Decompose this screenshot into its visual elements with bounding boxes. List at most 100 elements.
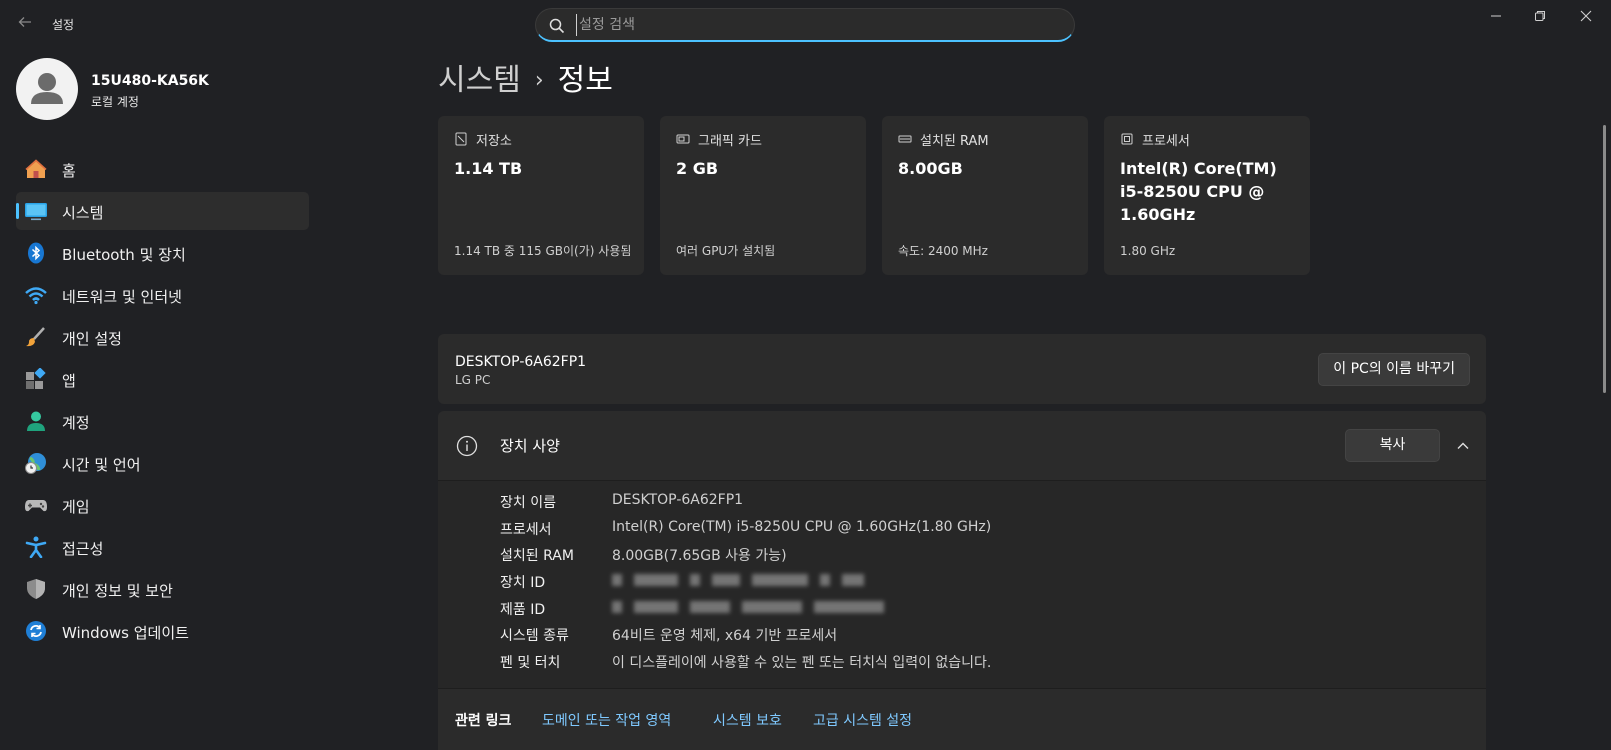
avatar	[16, 58, 78, 120]
bluetooth-icon	[28, 242, 44, 264]
close-icon	[1580, 10, 1592, 22]
spec-key: 장치 ID	[500, 575, 546, 592]
sidebar-item-label: 계정	[62, 414, 90, 432]
sidebar-item-label: 접근성	[62, 540, 104, 558]
account-type: 로컬 계정	[91, 95, 139, 109]
spec-key: 프로세서	[500, 521, 552, 538]
restore-button[interactable]	[1517, 4, 1563, 32]
sidebar-item-label: 홈	[62, 162, 76, 180]
pc-name-row: DESKTOP-6A62FP1 LG PC 이 PC의 이름 바꾸기	[438, 334, 1486, 404]
back-arrow-icon	[18, 17, 31, 27]
sidebar-nav: 홈 시스템 Bluetooth 및 장치 네트워크 및 인터넷 개인 설정 앱 …	[16, 150, 309, 654]
sidebar-item-network[interactable]: 네트워크 및 인터넷	[16, 276, 309, 314]
sidebar-item-time-language[interactable]: 시간 및 언어	[16, 444, 309, 482]
device-specs-panel: 장치 사양 복사 장치 이름 DESKTOP-6A62FP1 프로세서 Inte…	[438, 411, 1486, 750]
sidebar-item-label: 게임	[62, 498, 90, 516]
breadcrumb-parent[interactable]: 시스템	[438, 63, 521, 98]
spec-key: 설치된 RAM	[500, 548, 574, 565]
ram-card: 설치된 RAM 8.00GB 속도: 2400 MHz	[882, 116, 1088, 275]
device-specs-title: 장치 사양	[500, 437, 560, 455]
apps-icon	[26, 368, 46, 389]
storage-card: 저장소 1.14 TB 1.14 TB 중 115 GB이(가) 사용됨	[438, 116, 644, 275]
spec-key: 제품 ID	[500, 601, 546, 618]
graphics-card: 그래픽 카드 2 GB 여러 GPU가 설치됨	[660, 116, 866, 275]
gamepad-icon	[25, 500, 47, 512]
info-icon	[456, 435, 478, 457]
card-label: 그래픽 카드	[698, 134, 762, 149]
sidebar-item-apps[interactable]: 앱	[16, 360, 309, 398]
spec-key: 장치 이름	[500, 495, 556, 511]
back-button[interactable]	[14, 14, 36, 36]
processor-card: 프로세서 Intel(R) Core(TM) i5-8250U CPU @ 1.…	[1104, 116, 1310, 275]
user-name: 15U480-KA56K	[91, 73, 209, 89]
card-subtext: 여러 GPU가 설치됨	[676, 244, 776, 258]
title-bar: 설정	[0, 0, 1611, 48]
related-links-label: 관련 링크	[455, 713, 512, 729]
sidebar-item-label: 개인 설정	[62, 330, 122, 348]
wifi-icon	[25, 287, 47, 305]
spec-value: 이 디스플레이에 사용할 수 있는 펜 또는 터치식 입력이 없습니다.	[612, 655, 992, 672]
sidebar-item-privacy[interactable]: 개인 정보 및 보안	[16, 570, 309, 608]
spec-value: 64비트 운영 체제, x64 기반 프로세서	[612, 628, 838, 645]
link-system-protection[interactable]: 시스템 보호	[713, 710, 782, 730]
sidebar-item-label: Bluetooth 및 장치	[62, 246, 186, 264]
chevron-up-icon[interactable]	[1450, 433, 1476, 459]
accessibility-icon	[25, 536, 47, 558]
shield-icon	[27, 579, 45, 599]
gpu-icon	[676, 134, 690, 144]
spec-value: 8.00GB(7.65GB 사용 가능)	[612, 548, 787, 565]
sidebar-item-label: 앱	[62, 372, 76, 390]
person-icon	[31, 73, 63, 104]
card-value: 8.00GB	[898, 159, 963, 178]
storage-icon	[455, 132, 467, 146]
person-icon	[27, 411, 45, 431]
card-subtext: 1.80 GHz	[1120, 244, 1176, 258]
search-icon	[549, 18, 565, 34]
spec-key: 펜 및 터치	[500, 655, 561, 672]
monitor-icon	[25, 203, 47, 221]
sidebar-item-label: 시간 및 언어	[62, 456, 141, 474]
card-label: 프로세서	[1142, 134, 1190, 149]
globe-clock-icon	[25, 453, 46, 474]
search-input[interactable]	[576, 14, 1046, 36]
sidebar-item-personalization[interactable]: 개인 설정	[16, 318, 309, 356]
sidebar-item-home[interactable]: 홈	[16, 150, 309, 188]
pc-model: LG PC	[455, 373, 491, 387]
spec-value: Intel(R) Core(TM) i5-8250U CPU @ 1.60GHz…	[612, 518, 992, 535]
home-icon	[25, 159, 47, 178]
minimize-icon	[1491, 15, 1501, 17]
sidebar-item-label: Windows 업데이트	[62, 624, 189, 642]
link-domain-workgroup[interactable]: 도메인 또는 작업 영역	[542, 710, 671, 730]
spec-value: DESKTOP-6A62FP1	[612, 492, 744, 508]
search-box[interactable]	[535, 8, 1075, 42]
restore-icon	[1535, 11, 1545, 21]
sidebar-item-windows-update[interactable]: Windows 업데이트	[16, 612, 309, 650]
product-id-redacted	[612, 599, 896, 615]
app-title: 설정	[52, 18, 75, 32]
close-button[interactable]	[1563, 4, 1609, 32]
cpu-icon	[1121, 133, 1133, 145]
device-specs-header[interactable]: 장치 사양 복사	[438, 411, 1486, 481]
breadcrumb: 시스템 › 정보	[438, 55, 613, 99]
copy-button[interactable]: 복사	[1345, 429, 1440, 462]
sidebar-item-accounts[interactable]: 계정	[16, 402, 309, 440]
device-id-redacted	[612, 572, 876, 588]
ram-icon	[898, 135, 912, 143]
spec-key: 시스템 종류	[500, 628, 569, 645]
scrollbar[interactable]	[1603, 125, 1606, 393]
link-advanced-system-settings[interactable]: 고급 시스템 설정	[813, 710, 912, 730]
update-icon	[26, 621, 46, 641]
sidebar-item-gaming[interactable]: 게임	[16, 486, 309, 524]
sidebar-item-bluetooth[interactable]: Bluetooth 및 장치	[16, 234, 309, 272]
sidebar-item-label: 네트워크 및 인터넷	[62, 288, 182, 306]
card-label: 설치된 RAM	[920, 134, 989, 149]
card-value: 2 GB	[676, 159, 719, 178]
sidebar-item-label: 개인 정보 및 보안	[62, 582, 173, 600]
brush-icon	[26, 327, 45, 347]
card-subtext: 속도: 2400 MHz	[898, 244, 988, 258]
related-links: 관련 링크 도메인 또는 작업 영역 시스템 보호 고급 시스템 설정	[438, 688, 1486, 750]
sidebar-item-accessibility[interactable]: 접근성	[16, 528, 309, 566]
sidebar-item-system[interactable]: 시스템	[16, 192, 309, 230]
rename-pc-button[interactable]: 이 PC의 이름 바꾸기	[1318, 353, 1470, 386]
minimize-button[interactable]	[1473, 4, 1519, 32]
